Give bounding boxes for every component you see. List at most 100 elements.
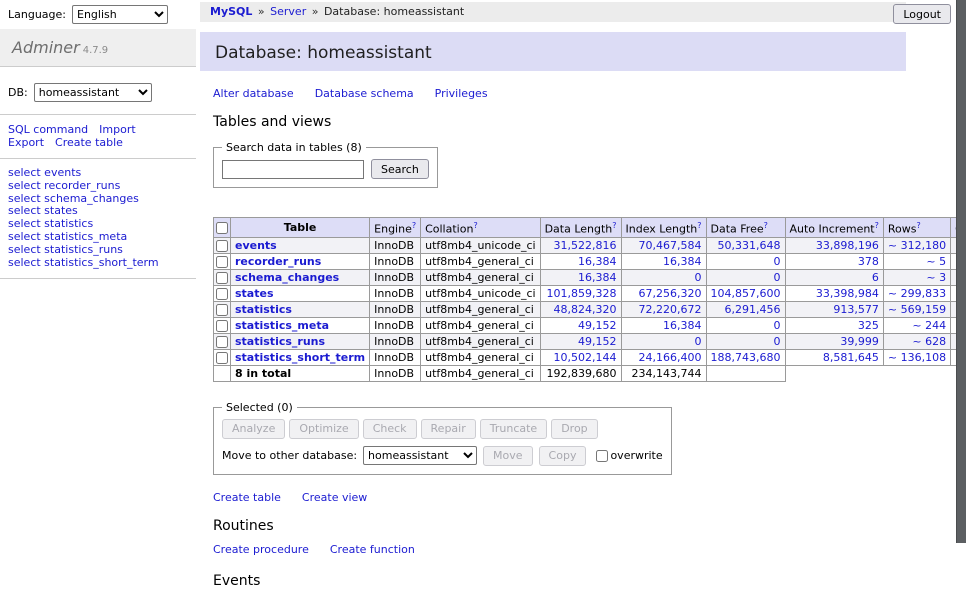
column-header-engine[interactable]: Engine? bbox=[370, 218, 421, 238]
copy-button[interactable]: Copy bbox=[539, 446, 587, 466]
sidebar-link-import[interactable]: Import bbox=[99, 123, 136, 136]
help-icon[interactable]: ? bbox=[764, 221, 768, 230]
breadcrumb-server-link[interactable]: Server bbox=[270, 5, 306, 18]
db-select[interactable]: homeassistant bbox=[34, 83, 152, 102]
data-length-link[interactable]: 31,522,816 bbox=[554, 239, 617, 252]
auto-increment-link[interactable]: 8,581,645 bbox=[823, 351, 879, 364]
auto-increment-link[interactable]: 378 bbox=[858, 255, 879, 268]
table-link-events[interactable]: events bbox=[235, 239, 277, 252]
auto-increment-link[interactable]: 33,898,196 bbox=[816, 239, 879, 252]
rows-link[interactable]: ~ 569,159 bbox=[888, 303, 946, 316]
row-checkbox-recorder-runs[interactable] bbox=[216, 256, 228, 268]
index-length-link[interactable]: 24,166,400 bbox=[639, 351, 702, 364]
drop-button[interactable]: Drop bbox=[551, 419, 597, 439]
row-checkbox-events[interactable] bbox=[216, 240, 228, 252]
search-button[interactable]: Search bbox=[371, 159, 429, 179]
data-free-link[interactable]: 0 bbox=[774, 255, 781, 268]
link-database-schema[interactable]: Database schema bbox=[315, 87, 414, 100]
help-icon[interactable]: ? bbox=[916, 221, 920, 230]
rows-link[interactable]: ~ 5 bbox=[926, 255, 946, 268]
sidebar-select-statistics-runs[interactable]: select statistics_runs bbox=[8, 244, 188, 257]
select-all-checkbox[interactable] bbox=[216, 222, 228, 234]
auto-increment-link[interactable]: 6 bbox=[872, 271, 879, 284]
index-length-link[interactable]: 72,220,672 bbox=[639, 303, 702, 316]
data-length-link[interactable]: 48,824,320 bbox=[554, 303, 617, 316]
data-free-link[interactable]: 0 bbox=[774, 335, 781, 348]
sidebar-select-statistics-short-term[interactable]: select statistics_short_term bbox=[8, 257, 188, 270]
logout-button[interactable]: Logout bbox=[893, 4, 951, 24]
data-free-link[interactable]: 0 bbox=[774, 319, 781, 332]
column-header-collation[interactable]: Collation? bbox=[421, 218, 540, 238]
index-length-link[interactable]: 16,384 bbox=[663, 255, 702, 268]
table-link-statistics[interactable]: statistics bbox=[235, 303, 292, 316]
link-create-function[interactable]: Create function bbox=[330, 543, 415, 556]
rows-link[interactable]: ~ 299,833 bbox=[888, 287, 946, 300]
data-free-link[interactable]: 50,331,648 bbox=[718, 239, 781, 252]
data-length-link[interactable]: 16,384 bbox=[578, 271, 617, 284]
index-length-link[interactable]: 0 bbox=[695, 271, 702, 284]
data-length-link[interactable]: 101,859,328 bbox=[547, 287, 617, 300]
column-header-data-length[interactable]: Data Length? bbox=[540, 218, 621, 238]
repair-button[interactable]: Repair bbox=[421, 419, 476, 439]
rows-link[interactable]: ~ 3 bbox=[926, 271, 946, 284]
truncate-button[interactable]: Truncate bbox=[480, 419, 547, 439]
move-button[interactable]: Move bbox=[483, 446, 533, 466]
link-create-table[interactable]: Create table bbox=[213, 491, 281, 504]
help-icon[interactable]: ? bbox=[473, 221, 477, 230]
table-link-recorder-runs[interactable]: recorder_runs bbox=[235, 255, 321, 268]
rows-link[interactable]: ~ 312,180 bbox=[888, 239, 946, 252]
data-length-link[interactable]: 10,502,144 bbox=[554, 351, 617, 364]
sidebar-select-statistics-meta[interactable]: select statistics_meta bbox=[8, 231, 188, 244]
index-length-link[interactable]: 16,384 bbox=[663, 319, 702, 332]
language-select[interactable]: English bbox=[72, 5, 168, 24]
data-free-link[interactable]: 0 bbox=[774, 271, 781, 284]
breadcrumb-mysql-link[interactable]: MySQL bbox=[210, 5, 252, 18]
overwrite-checkbox[interactable] bbox=[596, 450, 608, 462]
data-length-link[interactable]: 49,152 bbox=[578, 335, 617, 348]
table-link-statistics-meta[interactable]: statistics_meta bbox=[235, 319, 329, 332]
table-link-schema-changes[interactable]: schema_changes bbox=[235, 271, 339, 284]
data-length-link[interactable]: 16,384 bbox=[578, 255, 617, 268]
data-free-link[interactable]: 188,743,680 bbox=[711, 351, 781, 364]
index-length-link[interactable]: 67,256,320 bbox=[639, 287, 702, 300]
link-privileges[interactable]: Privileges bbox=[435, 87, 488, 100]
row-checkbox-statistics-short-term[interactable] bbox=[216, 352, 228, 364]
sidebar-select-events[interactable]: select events bbox=[8, 167, 188, 180]
vertical-scrollbar[interactable] bbox=[956, 0, 966, 543]
data-free-link[interactable]: 104,857,600 bbox=[711, 287, 781, 300]
column-header-auto-increment[interactable]: Auto Increment? bbox=[785, 218, 883, 238]
index-length-link[interactable]: 0 bbox=[695, 335, 702, 348]
help-icon[interactable]: ? bbox=[875, 221, 879, 230]
rows-link[interactable]: ~ 628 bbox=[912, 335, 946, 348]
help-icon[interactable]: ? bbox=[412, 221, 416, 230]
auto-increment-link[interactable]: 325 bbox=[858, 319, 879, 332]
column-header-rows[interactable]: Rows? bbox=[883, 218, 950, 238]
sidebar-link-export[interactable]: Export bbox=[8, 136, 44, 149]
link-alter-database[interactable]: Alter database bbox=[213, 87, 294, 100]
optimize-button[interactable]: Optimize bbox=[289, 419, 358, 439]
table-link-statistics-runs[interactable]: statistics_runs bbox=[235, 335, 325, 348]
sidebar-link-sql-command[interactable]: SQL command bbox=[8, 123, 88, 136]
link-create-procedure[interactable]: Create procedure bbox=[213, 543, 309, 556]
column-header-data-free[interactable]: Data Free? bbox=[706, 218, 785, 238]
sidebar-link-create-table[interactable]: Create table bbox=[55, 136, 123, 149]
auto-increment-link[interactable]: 39,999 bbox=[840, 335, 879, 348]
check-button[interactable]: Check bbox=[363, 419, 417, 439]
data-length-link[interactable]: 49,152 bbox=[578, 319, 617, 332]
column-header-table[interactable]: Table bbox=[231, 218, 370, 238]
index-length-link[interactable]: 70,467,584 bbox=[639, 239, 702, 252]
row-checkbox-schema-changes[interactable] bbox=[216, 272, 228, 284]
move-db-select[interactable]: homeassistant bbox=[363, 446, 477, 465]
sidebar-select-recorder-runs[interactable]: select recorder_runs bbox=[8, 180, 188, 193]
auto-increment-link[interactable]: 913,577 bbox=[833, 303, 879, 316]
row-checkbox-statistics[interactable] bbox=[216, 304, 228, 316]
table-link-states[interactable]: states bbox=[235, 287, 274, 300]
row-checkbox-statistics-meta[interactable] bbox=[216, 320, 228, 332]
rows-link[interactable]: ~ 244 bbox=[912, 319, 946, 332]
row-checkbox-statistics-runs[interactable] bbox=[216, 336, 228, 348]
brand-version[interactable]: 4.7.9 bbox=[83, 45, 108, 56]
help-icon[interactable]: ? bbox=[697, 221, 701, 230]
table-link-statistics-short-term[interactable]: statistics_short_term bbox=[235, 351, 365, 364]
search-input[interactable] bbox=[222, 160, 364, 179]
link-create-view[interactable]: Create view bbox=[302, 491, 367, 504]
